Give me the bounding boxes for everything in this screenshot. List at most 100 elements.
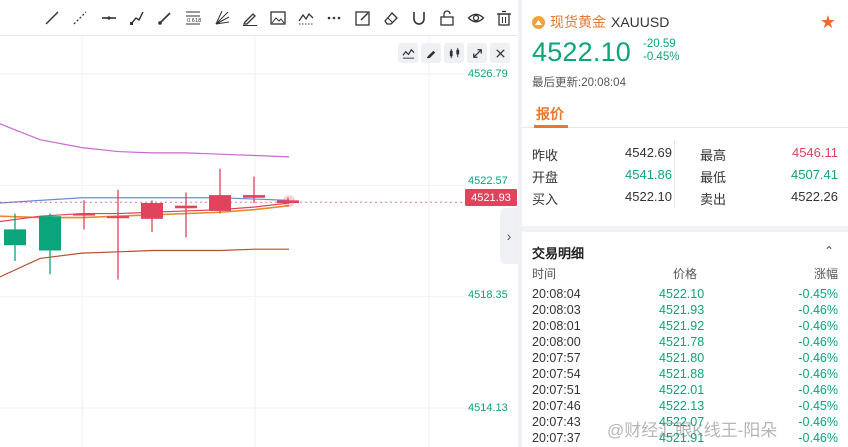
eraser-icon[interactable] — [377, 0, 405, 36]
symbol-name: 现货黄金 — [550, 14, 606, 30]
price-tick: 4514.13 — [468, 402, 508, 414]
pencil-icon[interactable] — [236, 0, 264, 36]
col-pct: 涨幅 — [813, 267, 838, 281]
trade-pct: -0.45% — [798, 287, 838, 301]
gold-icon — [532, 15, 545, 29]
fan-icon[interactable] — [207, 0, 235, 36]
quote-value: 4522.10 — [625, 189, 672, 204]
quote-value: 4542.69 — [625, 145, 672, 160]
symbol-code: XAUUSD — [611, 14, 670, 30]
app-root: 0.618 4526.79 4522.57 4518.35 4514.13 45… — [0, 0, 848, 447]
trade-price: 4521.78 — [659, 335, 705, 349]
eye-icon[interactable] — [462, 0, 490, 36]
trade-pct: -0.45% — [798, 399, 838, 413]
quote-value: 4541.86 — [625, 167, 672, 182]
panel-tabs: 报价 — [522, 98, 848, 128]
trade-row: 20:08:01 4521.92 -0.46% — [532, 319, 838, 335]
trade-time: 20:08:01 — [532, 319, 581, 333]
trade-row: 20:07:51 4522.01 -0.46% — [532, 383, 838, 399]
candle-body — [175, 205, 197, 209]
watermark: @财经汇眼K线王-阳朵 — [607, 421, 778, 440]
polyline-icon[interactable] — [123, 0, 151, 36]
trend-line-icon[interactable] — [38, 0, 66, 36]
trade-time: 20:07:54 — [532, 367, 581, 381]
current-price: 4522.10 — [532, 37, 631, 67]
trade-pct: -0.46% — [798, 383, 838, 397]
drawing-toolbar: 0.618 — [0, 0, 518, 36]
symbol-header: 现货黄金 XAUUSD — [532, 12, 669, 32]
tab-quote[interactable]: 报价 — [536, 104, 564, 124]
candle-body — [141, 203, 163, 219]
candle-type-icon[interactable] — [444, 43, 464, 63]
fibonacci-icon[interactable]: 0.618 — [179, 0, 207, 36]
trade-row: 20:07:57 4521.80 -0.46% — [532, 351, 838, 367]
candle-body — [4, 229, 26, 246]
upper-band-line — [0, 123, 290, 158]
candle-body — [209, 195, 231, 211]
chevron-up-icon[interactable]: ⌃ — [824, 244, 834, 258]
tab-underline — [534, 125, 568, 128]
draw-pencil-icon[interactable] — [421, 43, 441, 63]
text-edit-icon[interactable] — [349, 0, 377, 36]
trade-pct: -0.46% — [798, 415, 838, 429]
trade-row: 20:07:46 4522.13 -0.45% — [532, 399, 838, 415]
brush-icon[interactable] — [151, 0, 179, 36]
quote-value: 4507.41 — [791, 167, 838, 182]
favorite-star-icon[interactable]: ★ — [820, 12, 836, 33]
quote-row: 买入 4522.10 卖出 4522.26 — [532, 189, 838, 211]
candle-body — [73, 213, 95, 216]
quote-grid: 昨收 4542.69 最高 4546.11 开盘 4541.86 最低 4507… — [532, 145, 838, 211]
more-icon[interactable] — [320, 0, 348, 36]
last-price-badge: 4521.93 — [465, 189, 517, 206]
trade-time: 20:07:43 — [532, 415, 581, 429]
quote-label: 卖出 — [700, 192, 727, 207]
quote-row: 昨收 4542.69 最高 4546.11 — [532, 145, 838, 167]
trade-pct: -0.46% — [798, 303, 838, 317]
quote-value: 4546.11 — [791, 145, 838, 160]
last-updated: 最后更新:20:08:04 — [532, 77, 626, 89]
kline-chart[interactable]: 4526.79 4522.57 4518.35 4514.13 4521.93 … — [0, 36, 518, 447]
trade-time: 20:08:04 — [532, 287, 581, 301]
image-icon[interactable] — [264, 0, 292, 36]
trade-price: 4522.01 — [659, 383, 705, 397]
candle-body — [107, 216, 129, 219]
trade-time: 20:08:00 — [532, 335, 581, 349]
change-value: -20.59 — [643, 38, 676, 50]
col-price: 价格 — [673, 267, 698, 281]
quote-label: 买入 — [532, 192, 559, 207]
trade-price: 4521.88 — [659, 367, 705, 381]
quote-label: 最低 — [700, 170, 727, 185]
trade-pct: -0.46% — [798, 351, 838, 365]
trade-price: 4521.80 — [659, 351, 705, 365]
col-time: 时间 — [532, 267, 557, 281]
change-percent: -0.45% — [643, 51, 680, 63]
ray-icon[interactable] — [66, 0, 94, 36]
trade-pct: -0.46% — [798, 335, 838, 349]
trash-icon[interactable] — [490, 0, 518, 36]
trade-pct: -0.46% — [798, 431, 838, 445]
quote-panel: 现货黄金 XAUUSD ★ 4522.10 -20.59 -0.45% 最后更新… — [522, 0, 848, 447]
indicator-icon[interactable] — [398, 43, 418, 63]
trade-row: 20:08:04 4522.10 -0.45% — [532, 287, 838, 303]
collapse-panel-button[interactable]: › — [500, 208, 518, 264]
quote-row: 开盘 4541.86 最低 4507.41 — [532, 167, 838, 189]
trade-time: 20:08:03 — [532, 303, 581, 317]
chart-canvas[interactable] — [0, 36, 518, 447]
trades-title: 交易明细 — [532, 246, 585, 261]
quote-value: 4522.26 — [791, 189, 838, 204]
trade-time: 20:07:57 — [532, 351, 581, 365]
trade-price: 4521.92 — [659, 319, 705, 333]
lower-band-line — [0, 248, 289, 278]
fib-label: 0.618 — [187, 18, 201, 24]
quote-label: 昨收 — [532, 148, 559, 163]
trade-price: 4522.10 — [659, 287, 705, 301]
magnet-icon[interactable] — [405, 0, 433, 36]
trade-time: 20:07:46 — [532, 399, 581, 413]
pattern-icon[interactable] — [292, 0, 320, 36]
lock-icon[interactable] — [433, 0, 461, 36]
trade-time: 20:07:51 — [532, 383, 581, 397]
trade-row: 20:07:54 4521.88 -0.46% — [532, 367, 838, 383]
horizontal-line-icon[interactable] — [94, 0, 122, 36]
candle-body — [243, 195, 265, 198]
trade-price: 4521.93 — [659, 303, 705, 317]
